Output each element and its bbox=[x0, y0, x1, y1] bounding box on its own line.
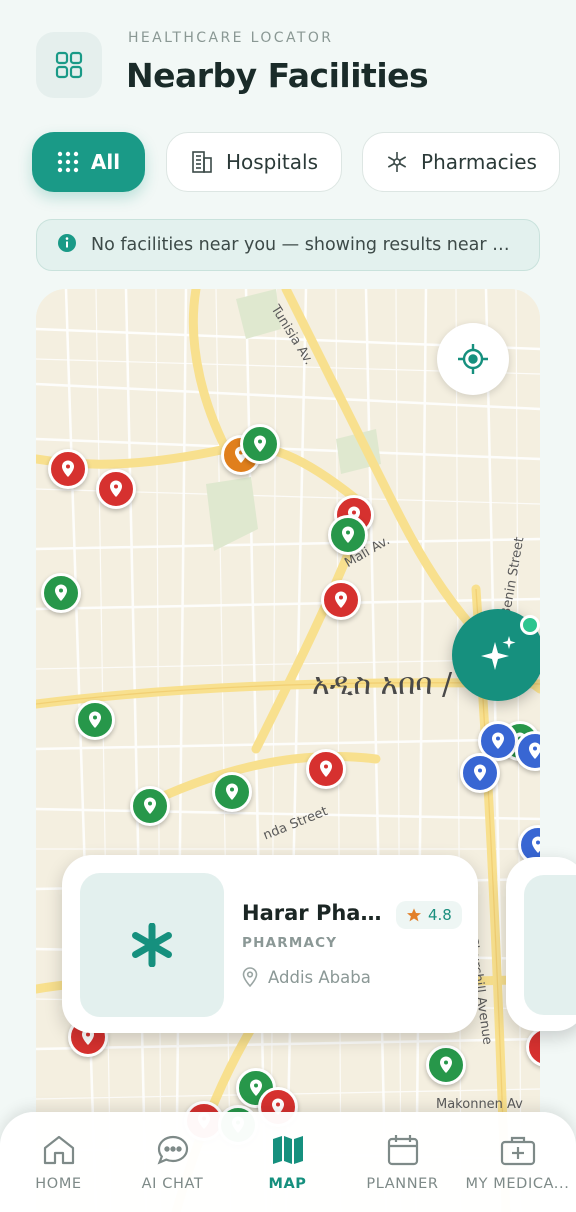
filter-chip-label: All bbox=[90, 150, 121, 174]
location-pin-icon bbox=[62, 460, 74, 477]
chat-icon bbox=[157, 1135, 188, 1165]
location-pin-icon bbox=[539, 1038, 540, 1056]
location-pin-icon bbox=[342, 526, 354, 543]
location-pin-icon bbox=[254, 435, 266, 452]
nav-ai-chat[interactable]: AI CHAT bbox=[115, 1134, 230, 1204]
street-label: Makonnen Av bbox=[436, 1097, 523, 1112]
notice-text: No facilities near you — showing results… bbox=[91, 235, 515, 255]
facility-thumbnail bbox=[80, 873, 224, 1017]
map-marker[interactable] bbox=[321, 580, 361, 620]
next-facility-card[interactable] bbox=[506, 857, 576, 1031]
location-pin-icon bbox=[89, 711, 101, 728]
location-pin-icon bbox=[492, 732, 504, 749]
location-pin-icon bbox=[532, 836, 540, 853]
nav-label: MY MEDICA... bbox=[465, 1176, 570, 1192]
asterisk-icon bbox=[132, 923, 172, 967]
map-icon bbox=[272, 1136, 303, 1164]
map-marker[interactable] bbox=[460, 753, 500, 793]
city-label: አዲስ አበባ / bbox=[312, 667, 453, 702]
sparkles-icon bbox=[481, 636, 516, 670]
filter-chip-label: Hospitals bbox=[225, 150, 319, 174]
building-icon bbox=[190, 150, 214, 174]
page-eyebrow: HEALTHCARE LOCATOR bbox=[128, 30, 334, 46]
home-icon bbox=[43, 1135, 74, 1165]
filter-chip-label: Pharmacies bbox=[421, 150, 537, 174]
snowflake-icon bbox=[385, 150, 409, 174]
location-pin-icon bbox=[110, 480, 122, 497]
map-marker[interactable] bbox=[48, 449, 88, 489]
ai-assistant-button[interactable] bbox=[452, 609, 540, 701]
location-pin-icon bbox=[144, 797, 156, 814]
location-pin-icon bbox=[226, 783, 238, 800]
map-view[interactable]: Tunisia Av. Mali Av. Benin Street Church… bbox=[36, 289, 540, 1212]
location-pin-icon bbox=[529, 742, 540, 759]
crosshair-icon bbox=[458, 344, 488, 374]
facility-type: PHARMACY bbox=[242, 935, 338, 951]
nav-label: PLANNER bbox=[366, 1176, 439, 1192]
location-notice: No facilities near you — showing results… bbox=[36, 219, 540, 271]
map-marker[interactable] bbox=[41, 573, 81, 613]
map-marker[interactable] bbox=[328, 515, 368, 555]
filter-chip-pharmacies[interactable]: Pharmacies bbox=[362, 132, 560, 192]
map-marker[interactable] bbox=[240, 424, 280, 464]
grid-icon bbox=[55, 51, 83, 79]
page-title: Nearby Facilities bbox=[126, 56, 429, 95]
rating-badge: 4.8 bbox=[396, 901, 462, 929]
rating-value: 4.8 bbox=[428, 906, 452, 924]
location-text: Addis Ababa bbox=[268, 967, 371, 987]
nav-label: MAP bbox=[268, 1176, 307, 1192]
notification-dot bbox=[520, 615, 540, 635]
location-pin-icon bbox=[320, 760, 332, 777]
star-icon bbox=[407, 908, 421, 922]
filter-chip-hospitals[interactable]: Hospitals bbox=[166, 132, 342, 192]
facility-name: Harar Pharmacy bbox=[242, 901, 390, 925]
map-marker[interactable] bbox=[130, 786, 170, 826]
locate-me-button[interactable] bbox=[437, 323, 509, 395]
nav-label: AI CHAT bbox=[141, 1176, 204, 1192]
nav-planner[interactable]: PLANNER bbox=[345, 1134, 460, 1204]
header: HEALTHCARE LOCATOR Nearby Facilities bbox=[36, 30, 556, 100]
map-marker[interactable] bbox=[426, 1045, 466, 1085]
location-pin-icon bbox=[440, 1056, 452, 1073]
medical-kit-icon bbox=[500, 1136, 535, 1166]
nav-label: HOME bbox=[35, 1176, 82, 1192]
location-pin-icon bbox=[242, 967, 258, 987]
location-pin-icon bbox=[55, 584, 67, 601]
nav-my-medical[interactable]: MY MEDICA... bbox=[460, 1134, 575, 1204]
facility-card[interactable]: Harar Pharmacy 4.8 PHARMACY Addis Ababa bbox=[62, 855, 478, 1033]
grid-menu-button[interactable] bbox=[36, 32, 102, 98]
filter-chips: All Hospitals Pharmacies bbox=[0, 132, 576, 194]
location-pin-icon bbox=[474, 764, 486, 781]
map-marker[interactable] bbox=[96, 469, 136, 509]
bottom-navigation: HOME AI CHAT MAP PLANNER MY MEDICA... bbox=[0, 1112, 576, 1212]
facility-location: Addis Ababa bbox=[242, 967, 371, 987]
nav-map[interactable]: MAP bbox=[230, 1134, 345, 1204]
map-marker[interactable] bbox=[75, 700, 115, 740]
map-marker[interactable] bbox=[212, 772, 252, 812]
nav-home[interactable]: HOME bbox=[1, 1134, 116, 1204]
dots-grid-icon bbox=[57, 151, 79, 173]
facility-thumbnail bbox=[524, 875, 576, 1015]
filter-chip-all[interactable]: All bbox=[32, 132, 145, 192]
info-icon bbox=[57, 233, 77, 258]
map-streets bbox=[36, 289, 540, 1212]
map-marker[interactable] bbox=[306, 749, 346, 789]
calendar-icon bbox=[387, 1135, 418, 1166]
location-pin-icon bbox=[335, 591, 347, 608]
